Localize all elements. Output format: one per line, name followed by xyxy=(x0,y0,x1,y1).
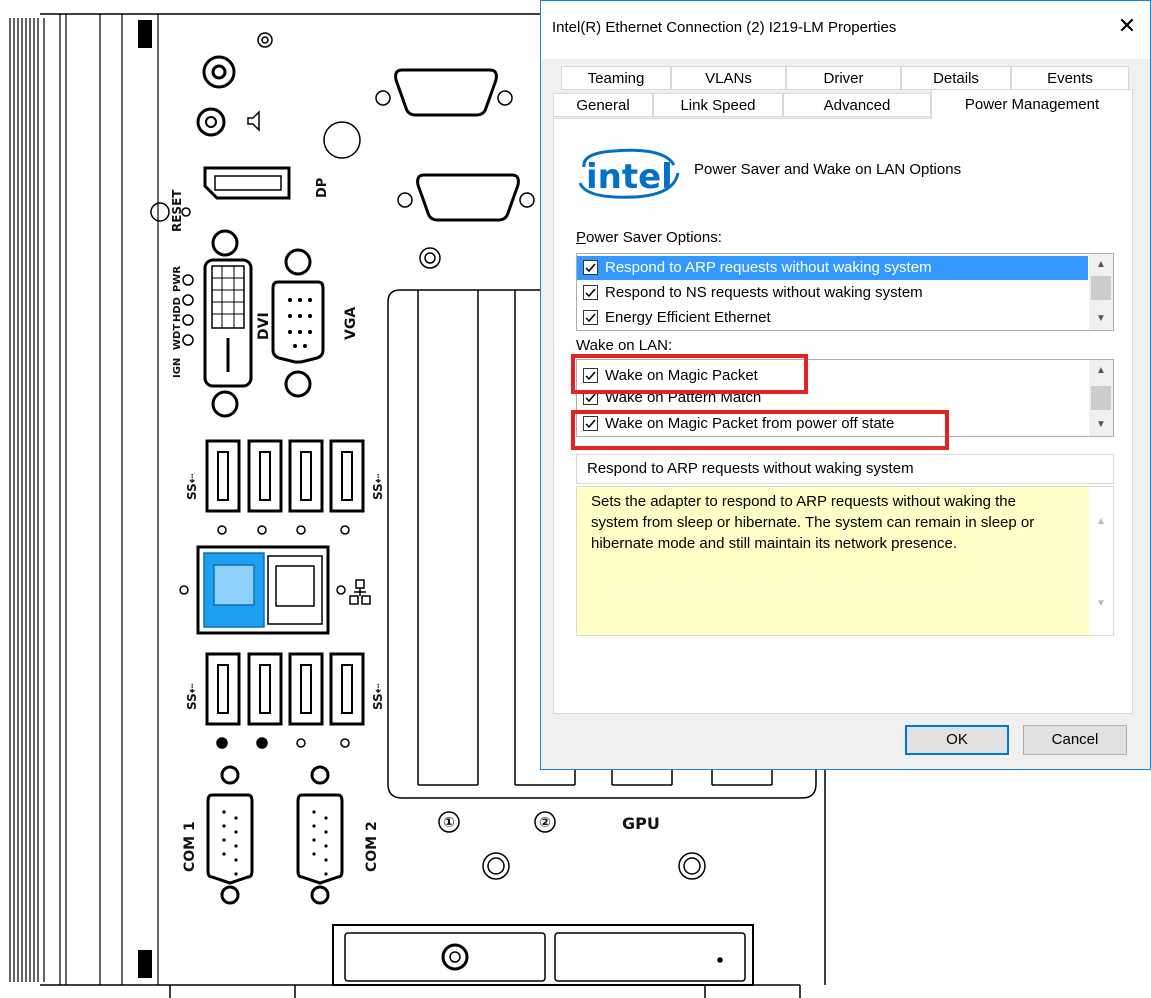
tab-vlans[interactable]: VLANs xyxy=(671,66,786,90)
scroll-down-icon[interactable]: ▼ xyxy=(1089,593,1113,615)
scroll-up-icon[interactable]: ▲ xyxy=(1089,254,1113,276)
tab-details[interactable]: Details xyxy=(901,66,1011,90)
usb-label-left-2: SS⇠ xyxy=(185,683,199,710)
gpu-label: GPU xyxy=(622,814,660,833)
header-text: Power Saver and Wake on LAN Options xyxy=(694,161,962,178)
checkbox[interactable] xyxy=(583,260,598,275)
heatsink-fins xyxy=(9,14,159,985)
list-item-label: Respond to ARP requests without waking s… xyxy=(605,259,932,276)
description-text: Sets the adapter to respond to ARP reque… xyxy=(591,493,1035,552)
tab-power-management[interactable]: Power Management xyxy=(931,89,1133,119)
wake-on-lan-label: Wake on LAN: xyxy=(576,337,673,354)
dvi-label: DVI xyxy=(256,312,272,340)
list-item[interactable]: Respond to NS requests without waking sy… xyxy=(577,281,1088,305)
power-saver-label-accel: P xyxy=(576,229,587,246)
window-title: Intel(R) Ethernet Connection (2) I219-LM… xyxy=(552,19,897,36)
description-box: Sets the adapter to respond to ARP reque… xyxy=(576,486,1114,636)
slot2-label: ② xyxy=(539,815,551,831)
checkmark-icon xyxy=(585,313,596,323)
intel-logo-text: intel xyxy=(586,157,673,197)
list-item[interactable]: Energy Efficient Ethernet xyxy=(577,306,1088,330)
scroll-thumb[interactable] xyxy=(1091,386,1111,410)
list-item-label: Respond to NS requests without waking sy… xyxy=(605,284,923,301)
com1-label: COM 1 xyxy=(182,821,198,872)
checkbox[interactable] xyxy=(583,310,598,325)
led-label-pwr: PWR xyxy=(172,266,183,292)
usb-label-right-1: SS⇠ xyxy=(371,473,385,500)
power-saver-list[interactable]: Respond to ARP requests without waking s… xyxy=(576,253,1114,331)
tab-driver[interactable]: Driver xyxy=(786,66,901,90)
led-label-hdd: HDD xyxy=(172,297,183,322)
tab-teaming[interactable]: Teaming xyxy=(561,66,671,90)
vga-label: VGA xyxy=(343,307,359,340)
reset-label: RESET xyxy=(170,189,184,232)
highlight-box-power-off xyxy=(571,410,949,450)
scroll-up-icon[interactable]: ▲ xyxy=(1089,511,1113,533)
slot1-label: ① xyxy=(443,815,455,831)
power-saver-label: Power Saver Options: xyxy=(576,229,722,246)
com2-label: COM 2 xyxy=(364,821,380,872)
cancel-button[interactable]: Cancel xyxy=(1023,725,1127,755)
dp-label: DP xyxy=(315,178,330,198)
properties-dialog: Intel(R) Ethernet Connection (2) I219-LM… xyxy=(540,0,1151,770)
close-icon: ✕ xyxy=(1117,14,1137,39)
intel-logo: intel xyxy=(578,148,680,199)
scrollbar[interactable]: ▲ ▼ xyxy=(1089,254,1113,330)
tab-events[interactable]: Events xyxy=(1011,66,1129,90)
checkbox[interactable] xyxy=(583,285,598,300)
close-button[interactable]: ✕ xyxy=(1104,7,1150,47)
scrollbar[interactable]: ▲ ▼ xyxy=(1089,487,1113,635)
scroll-down-icon[interactable]: ▼ xyxy=(1089,414,1113,436)
scroll-down-icon[interactable]: ▼ xyxy=(1089,308,1113,330)
highlight-box-magic-packet xyxy=(571,354,808,394)
checkmark-icon xyxy=(585,288,596,298)
title-bar[interactable]: Intel(R) Ethernet Connection (2) I219-LM… xyxy=(541,1,1150,59)
scroll-up-icon[interactable]: ▲ xyxy=(1089,360,1113,382)
tab-advanced[interactable]: Advanced xyxy=(783,93,931,117)
tab-general[interactable]: General xyxy=(553,93,653,117)
tab-link-speed[interactable]: Link Speed xyxy=(653,93,783,117)
power-saver-label-text: ower Saver Options: xyxy=(586,229,722,246)
list-item[interactable]: Respond to ARP requests without waking s… xyxy=(577,256,1088,280)
description-title: Respond to ARP requests without waking s… xyxy=(576,454,1114,484)
led-label-ign: IGN xyxy=(172,358,183,378)
ok-button[interactable]: OK xyxy=(905,725,1009,755)
scroll-thumb[interactable] xyxy=(1091,276,1111,300)
usb-label-left-1: SS⇠ xyxy=(185,473,199,500)
led-label-wdt: WDT xyxy=(172,324,183,350)
list-item-label: Energy Efficient Ethernet xyxy=(605,309,771,326)
usb-label-right-2: SS⇠ xyxy=(371,683,385,710)
checkmark-icon xyxy=(585,263,596,273)
scrollbar[interactable]: ▲ ▼ xyxy=(1089,360,1113,436)
